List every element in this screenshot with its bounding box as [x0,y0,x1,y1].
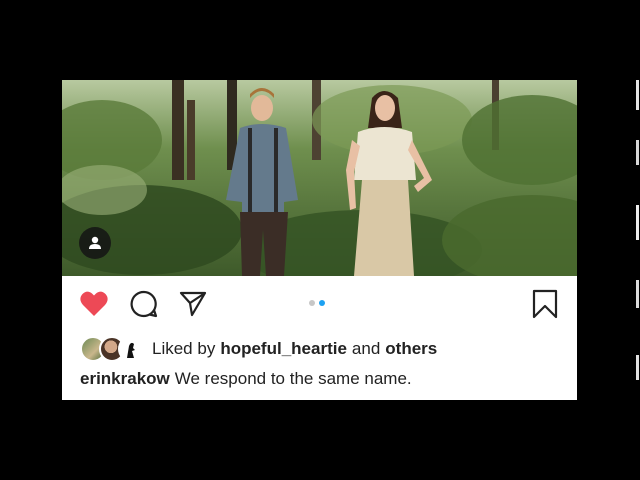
post-caption: erinkrakow We respond to the same name. [80,369,412,389]
user-tag-icon[interactable] [79,227,111,259]
heart-icon[interactable] [78,288,110,320]
liker-username[interactable]: hopeful_heartie [220,339,347,359]
edge-artifact [636,80,639,380]
forest-scene-image [62,80,577,276]
liker-avatars [80,336,144,362]
comment-icon[interactable] [128,288,160,320]
likes-connector: and [351,339,381,358]
avatar [118,336,144,362]
carousel-dot [309,300,315,306]
caption-username[interactable]: erinkrakow [80,369,170,388]
likes-prefix: Liked by [152,339,216,358]
carousel-dot-active [319,300,325,306]
caption-text: We respond to the same name. [174,369,412,388]
action-bar [62,276,577,334]
post-photo[interactable] [62,80,577,276]
carousel-indicator [309,300,325,306]
instagram-post: Liked by hopeful_heartie and others erin… [62,80,577,400]
bookmark-icon[interactable] [529,288,561,320]
send-icon[interactable] [177,288,209,320]
likes-summary[interactable]: Liked by hopeful_heartie and others [80,336,442,362]
video-frame: Liked by hopeful_heartie and others erin… [0,0,640,480]
likes-others-link[interactable]: others [385,339,437,359]
